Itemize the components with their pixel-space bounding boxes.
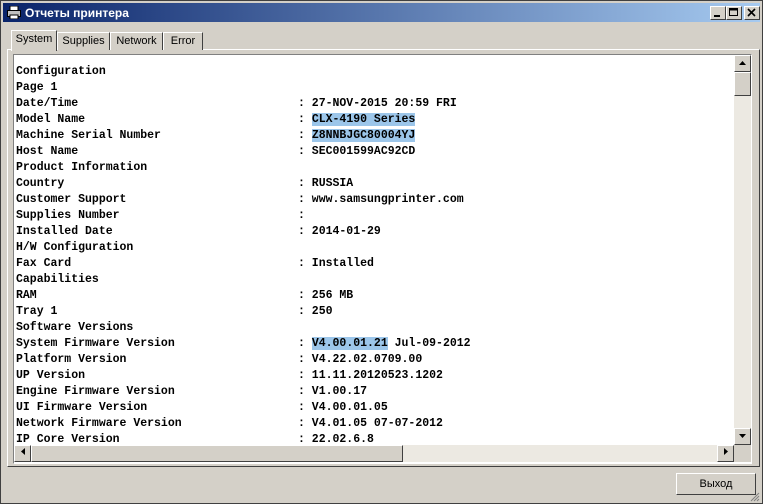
selected-text[interactable]: V4.00.01.21	[311, 337, 388, 350]
title-bar[interactable]: Отчеты принтера	[3, 3, 760, 22]
report-value: : SEC001599AC92CD	[298, 145, 416, 158]
report-value: : V4.00.01.21 Jul-09-2012	[298, 336, 471, 352]
report-label: Capabilities	[16, 273, 99, 286]
report-label: Product Information	[16, 161, 148, 174]
window-title: Отчеты принтера	[25, 6, 129, 20]
report-label: Tray 1	[16, 305, 58, 318]
arrow-right-icon	[723, 448, 728, 455]
report-text-area[interactable]: Configuration Page 1 Date/Time : 27-NOV-201…	[13, 54, 752, 464]
report-value: : V4.00.01.05	[298, 401, 388, 414]
arrow-left-icon	[20, 448, 25, 455]
report-value: : RUSSIA	[298, 177, 354, 190]
report-label: RAM	[16, 289, 37, 302]
report-label: Platform Version	[16, 353, 127, 366]
close-button[interactable]	[744, 6, 760, 20]
report-label: Model Name	[16, 113, 86, 126]
scroll-left-button[interactable]	[14, 445, 31, 462]
report-value: : V4.01.05 07-07-2012	[298, 417, 443, 430]
report-label: UP Version	[16, 369, 86, 382]
exit-button[interactable]: Выход	[676, 473, 756, 495]
scrollbar-corner	[734, 445, 751, 462]
report-value: : Z8NNBJGC80004YJ	[298, 128, 416, 144]
tab-system[interactable]: System	[11, 30, 57, 51]
vertical-scrollbar[interactable]	[734, 55, 751, 445]
report-value: : 256 MB	[298, 289, 354, 302]
report-label: System Firmware Version	[16, 337, 175, 350]
arrow-down-icon	[739, 434, 746, 438]
printer-reports-window: Отчеты принтера System Supplies Network …	[0, 0, 763, 504]
selected-text[interactable]: CLX-4190 Series	[311, 113, 416, 126]
horizontal-scrollbar[interactable]	[14, 445, 734, 462]
report-label: Page 1	[16, 81, 58, 94]
minimize-button[interactable]	[710, 6, 726, 20]
report-label: Installed Date	[16, 225, 113, 238]
report-label: Software Versions	[16, 321, 134, 334]
report-label: UI Firmware Version	[16, 401, 148, 414]
report-label: Configuration	[16, 65, 106, 78]
report-value: : V4.22.02.0709.00	[298, 353, 423, 366]
report-label: Host Name	[16, 145, 79, 158]
report-value: : 250	[298, 305, 333, 318]
report-label: H/W Configuration	[16, 241, 134, 254]
horizontal-scroll-thumb[interactable]	[31, 445, 403, 462]
report-label: Country	[16, 177, 65, 190]
tab-supplies[interactable]: Supplies	[57, 32, 110, 50]
report-value: : Installed	[298, 257, 374, 270]
report-value-rest: Jul-09-2012	[387, 337, 471, 350]
maximize-button[interactable]	[726, 6, 742, 20]
report-value: : 27-NOV-2015 20:59 FRI	[298, 97, 457, 110]
report-label: Supplies Number	[16, 209, 120, 222]
report-label: Machine Serial Number	[16, 129, 161, 142]
report-label: Network Firmware Version	[16, 417, 182, 430]
maximize-icon	[729, 8, 738, 16]
report-value: : CLX-4190 Series	[298, 112, 416, 128]
report-label: Date/Time	[16, 97, 79, 110]
report-value: : www.samsungprinter.com	[298, 193, 464, 206]
resize-grip-icon[interactable]	[749, 491, 760, 502]
selected-text[interactable]: Z8NNBJGC80004YJ	[311, 129, 416, 142]
report-value: :	[298, 209, 305, 222]
report-value: : V1.00.17	[298, 385, 368, 398]
report-separator: :	[298, 113, 312, 126]
printer-icon	[7, 6, 21, 19]
scroll-right-button[interactable]	[717, 445, 734, 462]
scroll-up-button[interactable]	[734, 55, 751, 72]
report-label: Engine Firmware Version	[16, 385, 175, 398]
report-label: Customer Support	[16, 193, 127, 206]
tab-network[interactable]: Network	[110, 32, 163, 50]
report-separator: :	[298, 337, 312, 350]
arrow-up-icon	[739, 61, 746, 65]
minimize-icon	[714, 15, 720, 17]
report-separator: :	[298, 129, 312, 142]
report-value: : 2014-01-29	[298, 225, 381, 238]
scroll-down-button[interactable]	[734, 428, 751, 445]
close-icon	[747, 8, 756, 17]
report-label: Fax Card	[16, 257, 72, 270]
vertical-scroll-thumb[interactable]	[734, 72, 751, 96]
tab-error[interactable]: Error	[163, 32, 203, 50]
report-value: : 11.11.20120523.1202	[298, 369, 443, 382]
